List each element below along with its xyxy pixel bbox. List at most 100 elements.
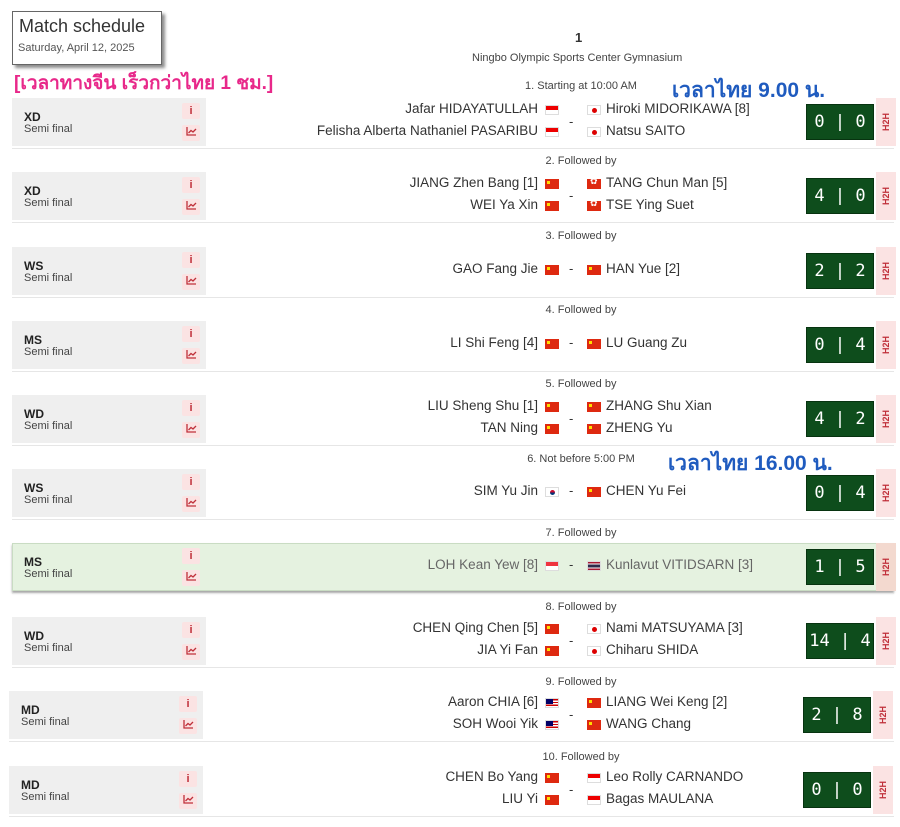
- player-name[interactable]: Bagas MAULANA: [606, 791, 713, 806]
- player-name[interactable]: SOH Wooi Yik: [453, 716, 538, 731]
- player-name[interactable]: HAN Yue [2]: [606, 261, 680, 276]
- info-icon[interactable]: i: [179, 771, 197, 787]
- flag-cn-icon: [545, 402, 559, 412]
- versus-dash: -: [569, 114, 574, 129]
- info-icon[interactable]: i: [182, 103, 200, 119]
- player-name[interactable]: CHEN Yu Fei: [606, 483, 686, 498]
- player-name[interactable]: TANG Chun Man [5]: [606, 175, 727, 190]
- h2h-button[interactable]: H2H: [876, 172, 896, 220]
- player-name[interactable]: LI Shi Feng [4]: [450, 335, 538, 350]
- match-score: 1 | 5: [806, 549, 874, 585]
- player-name[interactable]: LIU Yi: [502, 791, 538, 806]
- match-row[interactable]: WS Semi final i: [12, 469, 894, 520]
- player-name[interactable]: WANG Chang: [606, 716, 691, 731]
- match-score: 0 | 4: [806, 475, 874, 511]
- flag-id-icon: [545, 127, 559, 137]
- info-icon[interactable]: i: [182, 326, 200, 342]
- flag-my-icon: [545, 720, 559, 730]
- court-number: 1: [575, 30, 583, 45]
- chart-icon[interactable]: [182, 348, 200, 364]
- player-name[interactable]: ZHANG Shu Xian: [606, 398, 712, 413]
- chart-icon[interactable]: [179, 718, 197, 734]
- chart-icon[interactable]: [179, 793, 197, 809]
- versus-dash: -: [569, 707, 574, 722]
- player-name[interactable]: Jafar HIDAYATULLAH: [405, 101, 538, 116]
- player-name[interactable]: Leo Rolly CARNANDO: [606, 769, 743, 784]
- h2h-button[interactable]: H2H: [876, 543, 896, 591]
- h2h-label: H2H: [881, 557, 891, 577]
- h2h-label: H2H: [881, 483, 891, 503]
- schedule-header: Match schedule Saturday, April 12, 2025: [12, 11, 162, 65]
- player-name[interactable]: CHEN Qing Chen [5]: [413, 620, 538, 635]
- player-name[interactable]: JIA Yi Fan: [477, 642, 538, 657]
- player-name[interactable]: Hiroki MIDORIKAWA [8]: [606, 101, 750, 116]
- player-name[interactable]: Aaron CHIA [6]: [448, 694, 538, 709]
- chart-icon[interactable]: [182, 125, 200, 141]
- round-name: Semi final: [24, 197, 73, 209]
- event-code: WD: [24, 629, 44, 643]
- round-name: Semi final: [24, 420, 73, 432]
- player-name[interactable]: TAN Ning: [480, 420, 538, 435]
- chart-icon[interactable]: [182, 274, 200, 290]
- player-name[interactable]: TSE Ying Suet: [606, 197, 694, 212]
- chart-icon[interactable]: [182, 496, 200, 512]
- player-name[interactable]: Felisha Alberta Nathaniel PASARIBU: [317, 123, 538, 138]
- player-name[interactable]: SIM Yu Jin: [474, 483, 538, 498]
- h2h-button[interactable]: H2H: [876, 395, 896, 443]
- player-name[interactable]: LIANG Wei Keng [2]: [606, 694, 727, 709]
- flag-cn-icon: [545, 773, 559, 783]
- match-order-label: 7. Followed by: [545, 527, 617, 539]
- info-icon[interactable]: i: [182, 177, 200, 193]
- player-name[interactable]: Kunlavut VITIDSARN [3]: [606, 557, 753, 572]
- player-name[interactable]: LOH Kean Yew [8]: [428, 557, 538, 572]
- h2h-button[interactable]: H2H: [876, 469, 896, 517]
- versus-dash: -: [569, 782, 574, 797]
- match-order-label: 8. Followed by: [545, 601, 617, 613]
- player-name[interactable]: GAO Fang Jie: [452, 261, 538, 276]
- chart-icon[interactable]: [182, 199, 200, 215]
- event-code: WD: [24, 407, 44, 421]
- match-order-label: 6. Not before 5:00 PM: [527, 453, 635, 465]
- match-order-label: 1. Starting at 10:00 AM: [525, 80, 637, 92]
- info-icon[interactable]: i: [182, 400, 200, 416]
- h2h-button[interactable]: H2H: [876, 98, 896, 146]
- h2h-button[interactable]: H2H: [876, 617, 896, 665]
- flag-cn-icon: [545, 265, 559, 275]
- player-name[interactable]: JIANG Zhen Bang [1]: [410, 175, 538, 190]
- flag-cn-icon: [545, 201, 559, 211]
- h2h-button[interactable]: H2H: [876, 247, 896, 295]
- event-code: MS: [24, 555, 42, 569]
- page-title: Match schedule: [19, 16, 146, 36]
- chart-icon[interactable]: [182, 422, 200, 438]
- info-icon[interactable]: i: [182, 474, 200, 490]
- event-code: MD: [21, 778, 40, 792]
- round-name: Semi final: [24, 494, 73, 506]
- flag-cn-icon: [545, 646, 559, 656]
- round-name: Semi final: [21, 791, 70, 803]
- player-name[interactable]: Nami MATSUYAMA [3]: [606, 620, 743, 635]
- h2h-label: H2H: [878, 780, 888, 800]
- chart-icon[interactable]: [182, 644, 200, 660]
- player-name[interactable]: ZHENG Yu: [606, 420, 673, 435]
- player-name[interactable]: WEI Ya Xin: [470, 197, 538, 212]
- player-name[interactable]: LU Guang Zu: [606, 335, 687, 350]
- event-box: MS Semi final i: [12, 543, 206, 591]
- h2h-label: H2H: [881, 631, 891, 651]
- event-box: WS Semi final i: [12, 247, 206, 295]
- player-name[interactable]: Chiharu SHIDA: [606, 642, 698, 657]
- versus-dash: -: [569, 188, 574, 203]
- h2h-button[interactable]: H2H: [873, 766, 893, 814]
- h2h-button[interactable]: H2H: [873, 691, 893, 739]
- info-icon[interactable]: i: [179, 696, 197, 712]
- info-icon[interactable]: i: [182, 252, 200, 268]
- h2h-button[interactable]: H2H: [876, 321, 896, 369]
- match-score: 14 | 4: [806, 623, 874, 659]
- info-icon[interactable]: i: [182, 622, 200, 638]
- info-icon[interactable]: i: [182, 548, 200, 564]
- event-box: WS Semi final i: [12, 469, 206, 517]
- player-name[interactable]: Natsu SAITO: [606, 123, 685, 138]
- player-name[interactable]: LIU Sheng Shu [1]: [428, 398, 538, 413]
- event-box: XD Semi final i: [12, 98, 206, 146]
- player-name[interactable]: CHEN Bo Yang: [445, 769, 538, 784]
- chart-icon[interactable]: [182, 570, 200, 586]
